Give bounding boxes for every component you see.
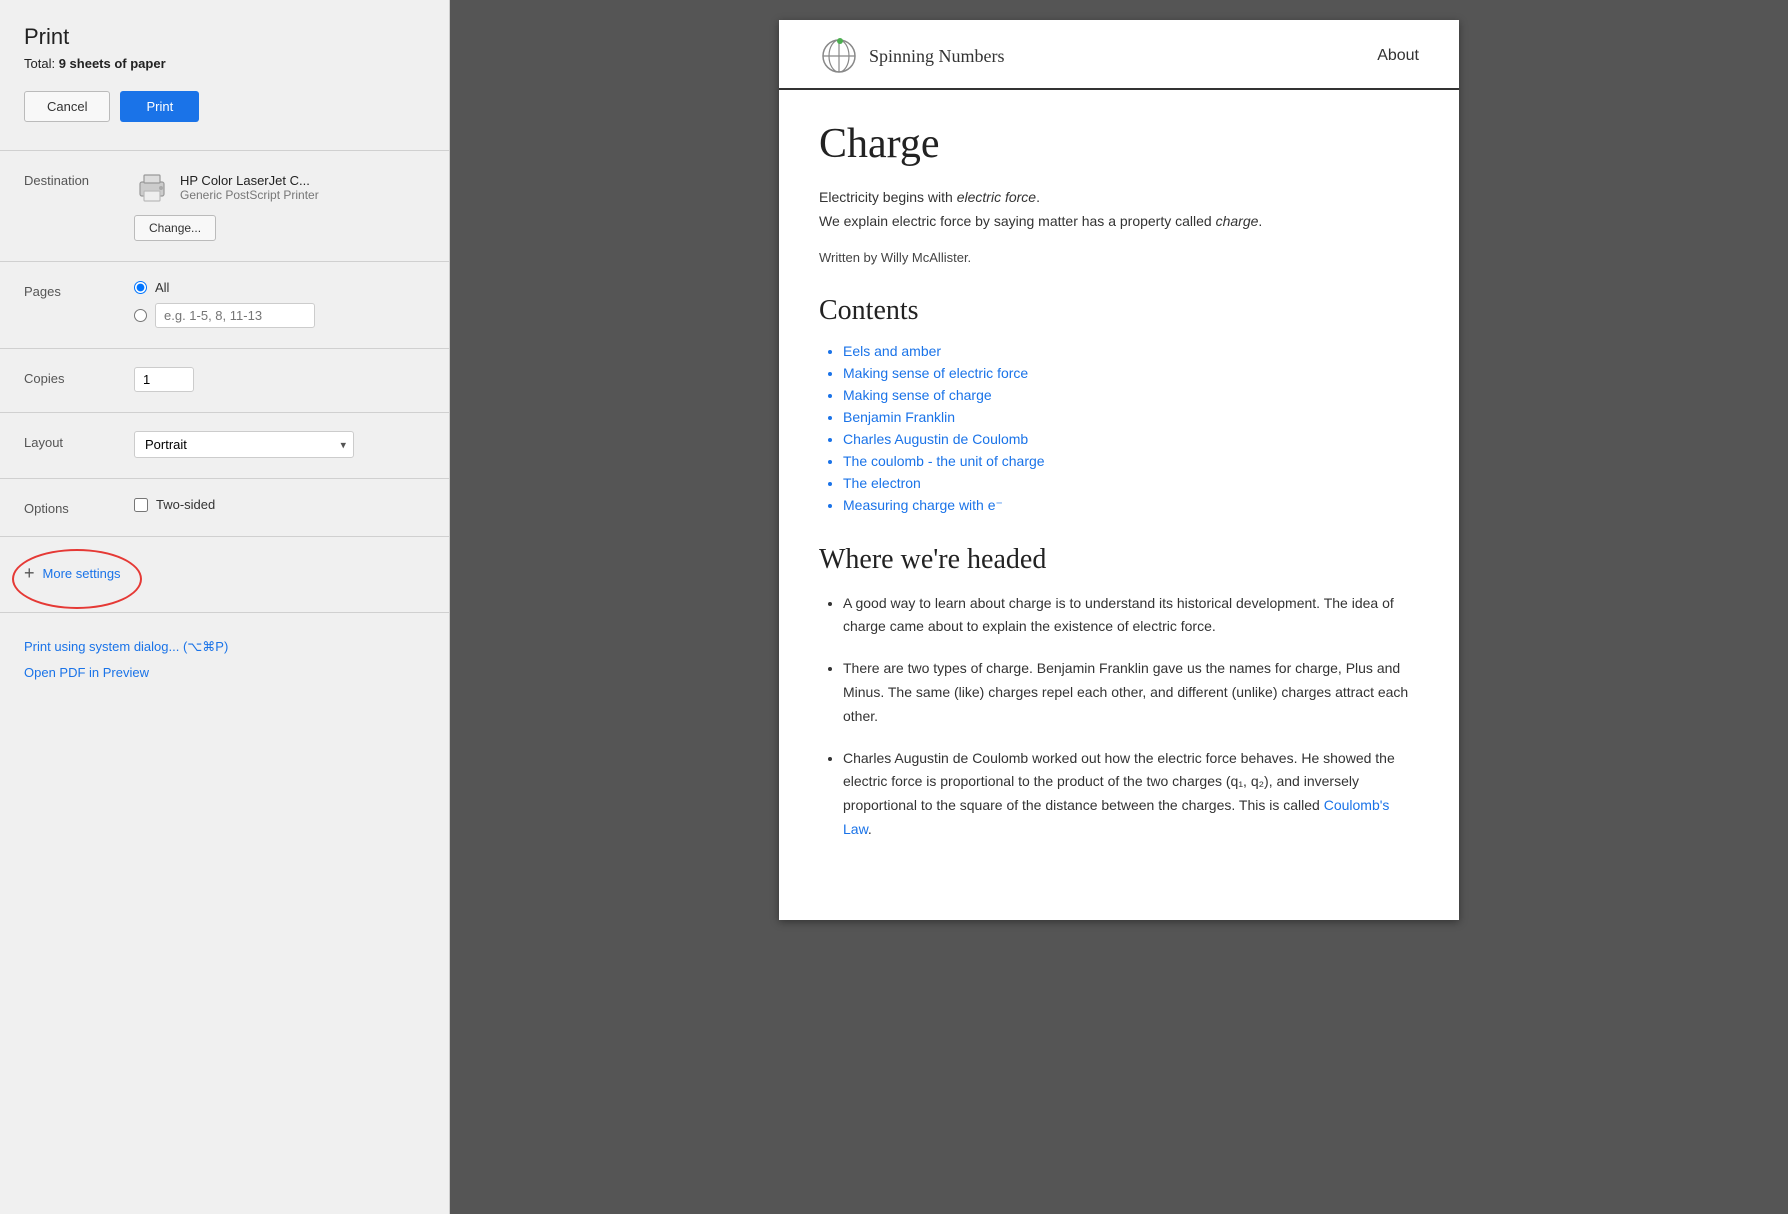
pages-all-label: All — [155, 280, 169, 295]
bottom-links: Print using system dialog... (⌥⌘P) Open … — [24, 639, 425, 680]
contents-item-1[interactable]: Making sense of electric force — [843, 365, 1419, 381]
contents-item-0[interactable]: Eels and amber — [843, 343, 1419, 359]
page-author: Written by Willy McAllister. — [819, 250, 1419, 265]
pages-label: Pages — [24, 280, 134, 299]
bullet-item-0: A good way to learn about charge is to u… — [843, 592, 1419, 640]
divider2 — [0, 261, 449, 262]
print-title: Print — [24, 24, 425, 50]
pages-all-radio[interactable] — [134, 281, 147, 294]
logo-area: Spinning Numbers — [819, 36, 1005, 76]
total-value: 9 sheets of paper — [59, 56, 166, 71]
copies-input[interactable] — [134, 367, 194, 392]
printer-sub: Generic PostScript Printer — [180, 188, 319, 202]
intro-line2-start: We explain electric force by saying matt… — [819, 213, 1216, 229]
action-buttons: Cancel Print — [24, 91, 425, 122]
pages-custom-radio[interactable] — [134, 309, 147, 322]
contents-item-3[interactable]: Benjamin Franklin — [843, 409, 1419, 425]
divider7 — [0, 612, 449, 613]
contents-item-7[interactable]: Measuring charge with e⁻ — [843, 497, 1419, 514]
page-body: Charge Electricity begins with electric … — [779, 90, 1459, 900]
more-settings-row: + More settings — [24, 563, 425, 584]
contents-item-2[interactable]: Making sense of charge — [843, 387, 1419, 403]
logo-text: Spinning Numbers — [869, 46, 1005, 67]
divider3 — [0, 348, 449, 349]
destination-label: Destination — [24, 169, 134, 188]
page-title: Charge — [819, 120, 1419, 168]
page-intro: Electricity begins with electric force. … — [819, 186, 1419, 234]
destination-content: HP Color LaserJet C... Generic PostScrip… — [134, 169, 425, 241]
page-header: Spinning Numbers About — [779, 20, 1459, 90]
copies-label: Copies — [24, 367, 134, 386]
contents-list: Eels and amber Making sense of electric f… — [819, 343, 1419, 514]
total-label: Total: — [24, 56, 55, 71]
contents-item-5[interactable]: The coulomb - the unit of charge — [843, 453, 1419, 469]
divider — [0, 150, 449, 151]
layout-select-wrapper: Portrait Landscape ▾ — [134, 431, 354, 458]
spinning-numbers-logo — [819, 36, 859, 76]
layout-select[interactable]: Portrait Landscape — [134, 431, 354, 458]
pages-all-row[interactable]: All — [134, 280, 425, 295]
printer-icon — [134, 169, 170, 205]
page-preview: Spinning Numbers About Charge Electricit… — [779, 20, 1459, 920]
pages-custom-input[interactable] — [155, 303, 315, 328]
bullets-list: A good way to learn about charge is to u… — [819, 592, 1419, 842]
two-sided-checkbox[interactable] — [134, 498, 148, 512]
system-dialog-link[interactable]: Print using system dialog... (⌥⌘P) — [24, 639, 425, 655]
where-heading: Where we're headed — [819, 544, 1419, 576]
two-sided-row[interactable]: Two-sided — [134, 497, 425, 512]
pages-options: All — [134, 280, 425, 328]
layout-label: Layout — [24, 431, 134, 450]
destination-row: Destination HP Color LaserJet C... Gener… — [24, 169, 425, 241]
divider4 — [0, 412, 449, 413]
print-button[interactable]: Print — [120, 91, 199, 122]
more-settings-link[interactable]: More settings — [43, 566, 121, 581]
printer-name: HP Color LaserJet C... — [180, 173, 319, 188]
bullet-item-2: Charles Augustin de Coulomb worked out h… — [843, 747, 1419, 842]
copies-content — [134, 367, 425, 392]
intro-line1-start: Electricity begins with — [819, 189, 957, 205]
intro-line1-end: . — [1036, 189, 1040, 205]
change-button[interactable]: Change... — [134, 215, 216, 241]
contents-heading: Contents — [819, 295, 1419, 327]
intro-line2-italic: charge — [1216, 213, 1259, 229]
options-label: Options — [24, 497, 134, 516]
plus-icon: + — [24, 563, 35, 584]
divider6 — [0, 536, 449, 537]
intro-line2-end: . — [1258, 213, 1262, 229]
pages-custom-row[interactable] — [134, 303, 425, 328]
pages-row: Pages All — [24, 280, 425, 328]
intro-line1-italic: electric force — [957, 189, 1036, 205]
two-sided-label: Two-sided — [156, 497, 215, 512]
print-total: Total: 9 sheets of paper — [24, 56, 425, 71]
about-link[interactable]: About — [1377, 47, 1419, 65]
pdf-preview-link[interactable]: Open PDF in Preview — [24, 665, 425, 680]
preview-panel: Spinning Numbers About Charge Electricit… — [450, 0, 1788, 1214]
printer-details: HP Color LaserJet C... Generic PostScrip… — [180, 173, 319, 202]
layout-row: Layout Portrait Landscape ▾ — [24, 431, 425, 458]
bullet-item-1: There are two types of charge. Benjamin … — [843, 657, 1419, 728]
contents-item-6[interactable]: The electron — [843, 475, 1419, 491]
layout-content: Portrait Landscape ▾ — [134, 431, 425, 458]
copies-row: Copies — [24, 367, 425, 392]
coulombs-law-link[interactable]: Coulomb's Law — [843, 797, 1389, 837]
options-row: Options Two-sided — [24, 497, 425, 516]
divider5 — [0, 478, 449, 479]
options-content: Two-sided — [134, 497, 425, 512]
print-panel: Print Total: 9 sheets of paper Cancel Pr… — [0, 0, 450, 1214]
cancel-button[interactable]: Cancel — [24, 91, 110, 122]
destination-info: HP Color LaserJet C... Generic PostScrip… — [134, 169, 425, 205]
pages-content: All — [134, 280, 425, 328]
contents-item-4[interactable]: Charles Augustin de Coulomb — [843, 431, 1419, 447]
